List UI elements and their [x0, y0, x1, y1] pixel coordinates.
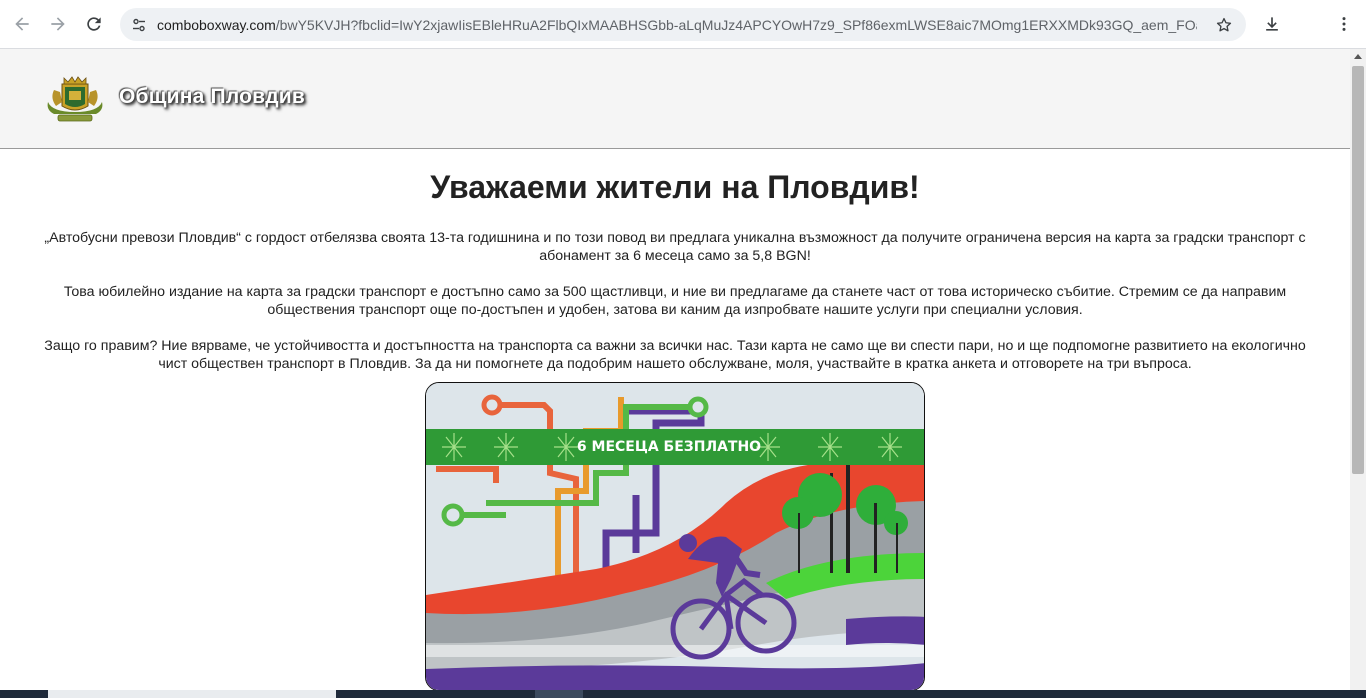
reason-paragraph: Защо го правим? Ние вярваме, че устойчив…	[44, 338, 1306, 372]
star-icon	[1216, 17, 1232, 32]
site-title: Община Пловдив	[119, 85, 305, 108]
card-banner-text: 6 МЕСЕЦА БЕЗПЛАТНО	[577, 439, 761, 455]
reload-icon	[87, 17, 101, 31]
site-info-button[interactable]	[126, 12, 151, 37]
offer-paragraph: Това юбилейно издание на карта за градск…	[63, 284, 1287, 318]
city-coat-of-arms-logo	[47, 76, 103, 122]
scroll-up-arrow-icon[interactable]	[1354, 54, 1362, 59]
site-header: Община Пловдив	[0, 49, 1350, 149]
browser-menu-button[interactable]	[1329, 9, 1359, 39]
forward-arrow-icon	[51, 17, 65, 31]
download-button[interactable]	[1257, 9, 1287, 39]
page-heading: Уважаеми жители на Пловдив!	[430, 169, 920, 205]
forward-button[interactable]	[43, 9, 73, 39]
transport-card-image[interactable]: 6 МЕСЕЦА БЕЗПЛАТНО	[425, 382, 925, 690]
more-vert-icon	[1342, 17, 1346, 31]
download-icon	[1266, 17, 1278, 31]
back-arrow-icon	[15, 17, 29, 31]
bookmark-star-button[interactable]	[1212, 13, 1236, 37]
scrollbar-thumb[interactable]	[1352, 66, 1364, 474]
page-viewport: Община Пловдив Уважаеми жители на Пловди…	[0, 49, 1350, 690]
taskbar-search-box[interactable]	[48, 690, 336, 698]
taskbar-app-item[interactable]	[535, 690, 583, 698]
intro-paragraph: „Автобусни превози Пловдив“ с гордост от…	[44, 230, 1306, 264]
url-text[interactable]: comboboxway.com/bwY5KVJH?fbclid=IwY2xjaw…	[157, 16, 1197, 34]
transport-card-illustration: 6 МЕСЕЦА БЕЗПЛАТНО	[426, 383, 924, 690]
url-path: /bwY5KVJH?fbclid=IwY2xjawIisEBleHRuA2Flb…	[275, 17, 1197, 33]
vertical-scrollbar[interactable]	[1350, 49, 1366, 690]
reload-button[interactable]	[79, 9, 109, 39]
os-taskbar	[0, 690, 1366, 698]
site-info-icon	[132, 18, 145, 31]
browser-toolbar: comboboxway.com/bwY5KVJH?fbclid=IwY2xjaw…	[0, 0, 1366, 49]
back-button[interactable]	[7, 9, 37, 39]
address-bar[interactable]: comboboxway.com/bwY5KVJH?fbclid=IwY2xjaw…	[120, 8, 1246, 41]
url-host: comboboxway.com	[157, 17, 276, 33]
